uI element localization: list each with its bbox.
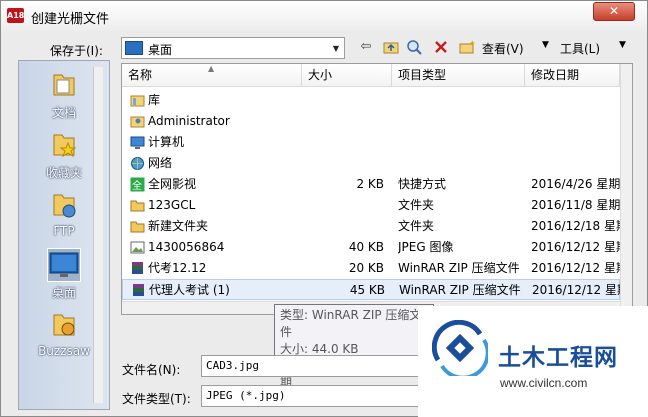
places-scrollbar[interactable] [93, 67, 103, 403]
library-icon [130, 93, 145, 108]
file-row[interactable]: 代考12.12 20 KB WinRAR ZIP 压缩文件 2016/12/12 星期 [122, 258, 620, 279]
file-row[interactable]: 网络 [122, 153, 620, 174]
file-name-cell: 代考12.12 [148, 261, 207, 275]
file-row[interactable]: 计算机 [122, 132, 620, 153]
close-button[interactable]: ✕ [593, 2, 635, 21]
file-row[interactable]: 123GCL 文件夹 2016/11/8 星期 [122, 195, 620, 216]
watermark-title: 土木工程网 [498, 345, 618, 371]
title-bar: A18 创建光栅文件 ✕ [1, 1, 647, 31]
file-name-cell: 1430056864 [148, 240, 225, 254]
column-header-date[interactable]: 修改日期 [525, 64, 620, 87]
winrar-archive-icon [131, 283, 146, 298]
back-arrow-icon[interactable]: ⇦ [358, 39, 374, 55]
file-type-cell: 快捷方式 [398, 177, 447, 191]
delete-icon[interactable] [433, 39, 449, 55]
column-header-size[interactable]: 大小 [302, 64, 392, 87]
column-header-type[interactable]: 项目类型 [392, 64, 525, 87]
favorites-icon [48, 129, 80, 161]
buzzsaw-icon [48, 309, 80, 341]
search-web-icon[interactable] [406, 39, 422, 55]
sort-up-icon: ▲ [208, 64, 215, 73]
file-date-cell: 2016/11/8 星期 [531, 198, 620, 212]
file-type-cell: WinRAR ZIP 压缩文件 [398, 261, 520, 275]
desktop-folder-icon [125, 41, 143, 55]
watermark-url: www.civilcn.com [500, 376, 588, 390]
file-list: 名称 ▲ 大小 项目类型 修改日期 库 Administrator 计算机 网络全全网… [121, 63, 633, 315]
file-date-cell: 2016/4/26 星期 [531, 177, 620, 191]
file-row[interactable]: Administrator [122, 111, 620, 132]
file-type-cell: 文件夹 [398, 219, 435, 233]
shortcut-icon: 全 [130, 177, 145, 192]
new-folder-icon[interactable]: ✦ [459, 39, 476, 55]
svg-text:全: 全 [132, 179, 142, 192]
file-info-tooltip: 类型: WinRAR ZIP 压缩文件 大小: 44.0 KB 修改日期: 20… [274, 304, 434, 390]
file-name-cell: 库 [148, 93, 161, 107]
file-date-cell: 2016/12/18 星期 [531, 219, 620, 233]
user-folder-icon [130, 114, 145, 129]
window-title: 创建光栅文件 [31, 12, 110, 27]
file-name-cell: 计算机 [148, 135, 185, 149]
file-list-vertical-scrollbar[interactable] [620, 64, 632, 314]
up-folder-icon[interactable] [383, 39, 399, 55]
file-size-cell: 20 KB [348, 261, 384, 275]
chevron-down-icon: ▼ [332, 44, 340, 53]
file-date-cell: 2016/12/12 星期 [531, 261, 620, 275]
column-header-name[interactable]: 名称 ▲ [122, 64, 302, 87]
save-in-label: 保存于(I): [50, 44, 103, 58]
file-row[interactable]: 全全网影视 2 KB 快捷方式 2016/4/26 星期 [122, 174, 620, 195]
autocad-app-icon: A18 [7, 8, 24, 23]
file-type-cell: 文件夹 [398, 198, 435, 212]
file-size-cell: 45 KB [349, 283, 385, 297]
file-type-value: JPEG (*.jpg) [206, 389, 286, 402]
file-row[interactable]: 库 [122, 90, 620, 111]
file-row[interactable]: 1430056864 40 KB JPEG 图像 2016/12/12 星期 [122, 237, 620, 258]
computer-icon [130, 135, 145, 150]
file-name-label: 文件名(N): [122, 363, 181, 377]
file-name-cell: 全网影视 [148, 177, 197, 191]
file-type-dropdown[interactable]: JPEG (*.jpg) [201, 385, 421, 407]
tooltip-type: 类型: WinRAR ZIP 压缩文件 [280, 308, 422, 339]
view-menu[interactable]: 查看(V) [482, 40, 524, 57]
file-name-cell: 123GCL [148, 198, 196, 212]
tools-chevron-down-icon[interactable]: ▼ [619, 40, 626, 50]
file-size-cell: 2 KB [356, 177, 384, 191]
network-icon [130, 156, 145, 171]
watermark: 土木工程网 www.civilcn.com [418, 306, 648, 417]
save-in-dropdown[interactable]: 桌面 ▼ [121, 37, 345, 59]
winrar-archive-icon [130, 261, 145, 276]
jpeg-image-icon [130, 240, 145, 255]
svg-text:✦: ✦ [469, 39, 475, 48]
file-type-cell: JPEG 图像 [398, 240, 454, 254]
desktop-icon [47, 248, 81, 282]
folder-icon [130, 219, 145, 234]
file-row[interactable]: 新建文件夹 文件夹 2016/12/18 星期 [122, 216, 620, 237]
civilcn-logo-icon [432, 320, 488, 376]
view-chevron-down-icon[interactable]: ▼ [542, 40, 549, 50]
folder-icon [130, 198, 145, 213]
column-label: 名称 [128, 68, 153, 82]
file-type-cell: WinRAR ZIP 压缩文件 [399, 283, 521, 297]
tools-menu[interactable]: 工具(L) [560, 40, 600, 57]
file-name-cell: 新建文件夹 [148, 219, 209, 233]
file-name-cell: 网络 [148, 156, 173, 170]
ftp-icon [48, 189, 80, 221]
file-size-cell: 40 KB [348, 240, 384, 254]
documents-icon [48, 69, 80, 101]
file-name-cell: 代理人考试 (1) [149, 283, 230, 297]
file-name-cell: Administrator [148, 114, 230, 128]
file-row[interactable]: 代理人考试 (1) 45 KB WinRAR ZIP 压缩文件 2016/12/12 … [122, 279, 621, 300]
file-date-cell: 2016/12/12 星期 [532, 283, 621, 297]
file-name-input[interactable]: CAD3.jpg [201, 355, 421, 377]
file-name-value: CAD3.jpg [206, 359, 259, 372]
file-date-cell: 2016/12/12 星期 [531, 240, 620, 254]
file-type-label: 文件类型(T): [122, 392, 191, 406]
save-in-value: 桌面 [148, 43, 173, 57]
